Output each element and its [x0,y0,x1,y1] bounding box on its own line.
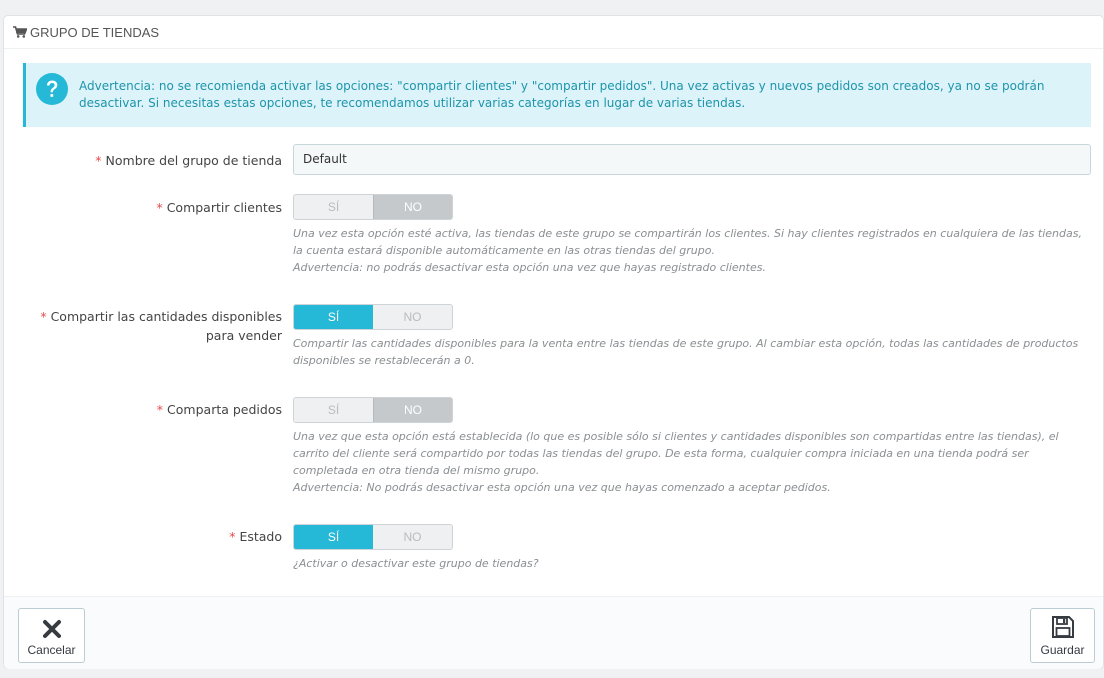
status-help: ¿Activar o desactivar este grupo de tien… [293,555,1093,572]
alert-text: Advertencia: no se recomienda activar la… [79,79,1045,110]
share-customers-label: * Compartir clientes [156,200,282,215]
share-stock-help: Compartir las cantidades disponibles par… [293,335,1093,369]
required-mark: * [229,529,236,544]
share-customers-help: Una vez esta opción esté activa, las tie… [293,225,1093,276]
share-customers-yes[interactable]: SÍ [294,195,373,219]
share-stock-yes[interactable]: SÍ [294,305,373,329]
cancel-button[interactable]: Cancelar [18,608,85,663]
share-orders-no[interactable]: NO [373,398,452,422]
help-warning: Advertencia: No podrás desactivar esta o… [293,481,831,494]
cart-icon [13,26,27,38]
close-icon [42,620,61,638]
save-label: Guardar [1040,643,1085,657]
help-text: Una vez esta opción esté activa, las tie… [293,227,1082,257]
shop-group-panel: GRUPO DE TIENDAS Advertencia: no se reco… [3,15,1104,669]
share-stock-no[interactable]: NO [373,305,452,329]
help-text: Compartir las cantidades disponibles par… [293,337,1079,367]
status-no[interactable]: NO [373,525,452,549]
share-orders-switch[interactable]: SÍ NO [293,397,453,423]
save-button[interactable]: Guardar [1030,608,1095,663]
share-stock-switch[interactable]: SÍ NO [293,304,453,330]
help-text: Una vez que esta opción está establecida… [293,430,1059,477]
share-orders-yes[interactable]: SÍ [294,398,373,422]
status-yes[interactable]: SÍ [294,525,373,549]
required-mark: * [156,200,163,215]
panel-title: GRUPO DE TIENDAS [30,24,160,40]
share-orders-label: * Comparta pedidos [156,402,282,417]
status-label: * Estado [229,529,282,544]
group-name-input[interactable]: Default [293,144,1091,175]
required-mark: * [40,309,47,324]
share-customers-no[interactable]: NO [373,195,452,219]
share-stock-label: * Compartir las cantidades disponibles pa… [40,309,282,343]
question-icon [36,73,68,105]
required-mark: * [95,153,102,168]
panel-heading: GRUPO DE TIENDAS [4,16,1103,49]
share-customers-switch[interactable]: SÍ NO [293,194,453,220]
help-text: ¿Activar o desactivar este grupo de tien… [293,557,539,570]
panel-footer: Cancelar Guardar [4,596,1103,669]
cancel-label: Cancelar [27,643,76,657]
info-alert: Advertencia: no se recomienda activar la… [23,63,1091,127]
share-orders-help: Una vez que esta opción está establecida… [293,428,1093,496]
status-switch[interactable]: SÍ NO [293,524,453,550]
required-mark: * [156,402,164,417]
name-label: * Nombre del grupo de tienda [95,153,282,168]
help-warning: Advertencia: no podrás desactivar esta o… [293,261,766,274]
save-icon [1051,616,1074,638]
